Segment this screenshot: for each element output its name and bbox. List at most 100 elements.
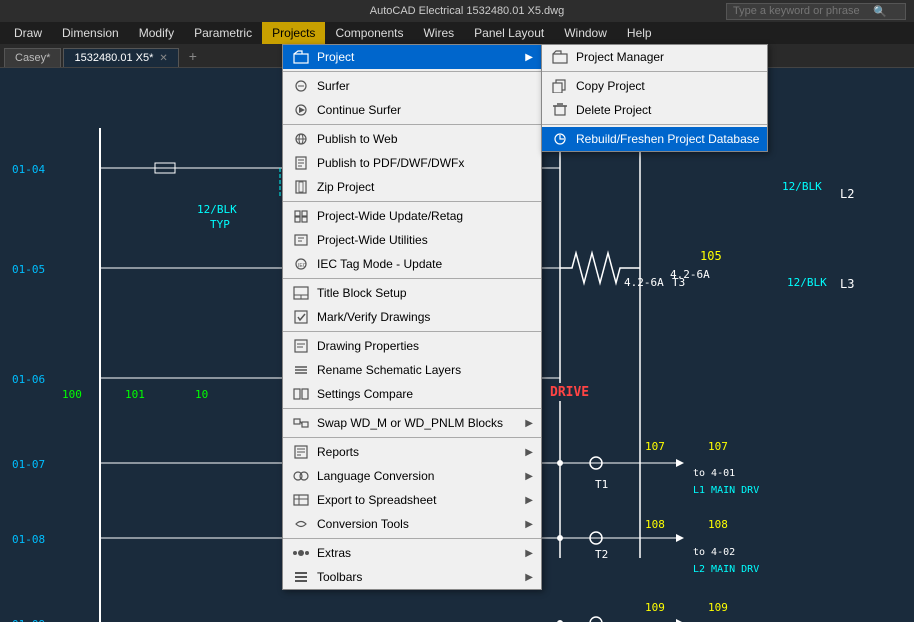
menu-item-project-manager[interactable]: Project Manager: [542, 45, 767, 69]
menu-components[interactable]: Components: [325, 22, 413, 44]
project-arrow: ▶: [525, 52, 533, 63]
menu-item-settings-compare[interactable]: Settings Compare: [283, 382, 541, 406]
tab-casey[interactable]: Casey*: [4, 48, 61, 67]
svg-text:12/BLK: 12/BLK: [787, 276, 827, 289]
project-icon: [291, 49, 311, 65]
svg-text:107: 107: [708, 440, 728, 453]
tab-drawing-label: 1532480.01 X5*: [74, 52, 153, 64]
menu-item-surfer[interactable]: Surfer: [283, 74, 541, 98]
menu-item-delete-project[interactable]: Delete Project: [542, 98, 767, 122]
menu-window[interactable]: Window: [554, 22, 617, 44]
menu-item-copy-project[interactable]: Copy Project: [542, 74, 767, 98]
menu-parametric[interactable]: Parametric: [184, 22, 262, 44]
menu-item-publish-pdf[interactable]: Publish to PDF/DWF/DWFx: [283, 151, 541, 175]
menu-panel-layout[interactable]: Panel Layout: [464, 22, 554, 44]
menu-item-conversion-tools[interactable]: Conversion Tools ▶: [283, 512, 541, 536]
lang-conversion-icon: [291, 468, 311, 484]
svg-text:01-05: 01-05: [12, 263, 45, 276]
menu-item-utilities[interactable]: Project-Wide Utilities: [283, 228, 541, 252]
menu-item-reports[interactable]: Reports ▶: [283, 440, 541, 464]
menu-projects[interactable]: Projects: [262, 22, 325, 44]
menu-item-publish-web[interactable]: Publish to Web: [283, 127, 541, 151]
reports-icon: [291, 444, 311, 460]
rebuild-project-label: Rebuild/Freshen Project Database: [576, 132, 759, 146]
svg-text:IEC: IEC: [298, 263, 307, 269]
zip-label: Zip Project: [317, 180, 374, 194]
divider-4: [283, 278, 541, 279]
menu-item-project[interactable]: Project ▶: [283, 45, 541, 69]
tab-close-icon[interactable]: ✕: [159, 53, 167, 64]
svg-text:to 4-02: to 4-02: [693, 547, 735, 558]
publish-web-icon: [291, 131, 311, 147]
conversion-tools-arrow: ▶: [525, 519, 533, 530]
menu-item-export-spreadsheet[interactable]: Export to Spreadsheet ▶: [283, 488, 541, 512]
menu-item-rebuild-project[interactable]: Rebuild/Freshen Project Database: [542, 127, 767, 151]
svg-text:T1: T1: [595, 478, 608, 491]
reports-label: Reports: [317, 445, 359, 459]
continue-surfer-icon: [291, 102, 311, 118]
search-box[interactable]: 🔍: [726, 3, 906, 20]
menu-item-lang-conversion[interactable]: Language Conversion ▶: [283, 464, 541, 488]
title-block-icon: [291, 285, 311, 301]
menu-item-rename-layers[interactable]: Rename Schematic Layers: [283, 358, 541, 382]
submenu-divider-2: [542, 124, 767, 125]
utilities-label: Project-Wide Utilities: [317, 233, 428, 247]
publish-pdf-label: Publish to PDF/DWF/DWFx: [317, 156, 464, 170]
submenu-divider-1: [542, 71, 767, 72]
divider-6: [283, 408, 541, 409]
project-submenu: Project Manager Copy Project Delete Proj…: [541, 44, 768, 152]
menu-item-zip[interactable]: Zip Project: [283, 175, 541, 199]
menu-item-swap-blocks[interactable]: Swap WD_M or WD_PNLM Blocks ▶: [283, 411, 541, 435]
svg-text:105: 105: [700, 249, 722, 263]
svg-text:L3: L3: [840, 277, 854, 291]
lang-conversion-label: Language Conversion: [317, 469, 434, 483]
menu-item-extras[interactable]: Extras ▶: [283, 541, 541, 565]
settings-compare-label: Settings Compare: [317, 387, 413, 401]
divider-8: [283, 538, 541, 539]
project-manager-icon: [550, 49, 570, 65]
surfer-icon: [291, 78, 311, 94]
lang-conversion-arrow: ▶: [525, 471, 533, 482]
menu-item-iec[interactable]: IEC IEC Tag Mode - Update: [283, 252, 541, 276]
menu-item-continue-surfer[interactable]: Continue Surfer: [283, 98, 541, 122]
menu-draw[interactable]: Draw: [4, 22, 52, 44]
menu-dimension[interactable]: Dimension: [52, 22, 129, 44]
extras-icon: [291, 545, 311, 561]
svg-text:L2: L2: [840, 187, 854, 201]
window-title: AutoCAD Electrical 1532480.01 X5.dwg: [208, 5, 726, 17]
swap-blocks-icon: [291, 415, 311, 431]
svg-text:100: 100: [62, 388, 82, 401]
svg-text:108: 108: [708, 518, 728, 531]
svg-text:101: 101: [125, 388, 145, 401]
svg-text:01-04: 01-04: [12, 163, 45, 176]
title-block-label: Title Block Setup: [317, 286, 407, 300]
divider-1: [283, 71, 541, 72]
swap-blocks-arrow: ▶: [525, 418, 533, 429]
svg-text:to 4-01: to 4-01: [693, 468, 735, 479]
publish-web-label: Publish to Web: [317, 132, 398, 146]
search-icon: 🔍: [873, 5, 887, 18]
svg-text:4.2-6A: 4.2-6A: [624, 276, 664, 289]
swap-blocks-label: Swap WD_M or WD_PNLM Blocks: [317, 416, 503, 430]
menu-item-mark-verify[interactable]: Mark/Verify Drawings: [283, 305, 541, 329]
delete-project-label: Delete Project: [576, 103, 651, 117]
menu-bar: Draw Dimension Modify Parametric Project…: [0, 22, 914, 44]
menu-wires[interactable]: Wires: [413, 22, 464, 44]
copy-project-icon: [550, 78, 570, 94]
menu-item-title-block[interactable]: Title Block Setup: [283, 281, 541, 305]
svg-text:01-08: 01-08: [12, 533, 45, 546]
svg-text:DRIVE: DRIVE: [550, 385, 589, 400]
svg-text:12/BLK: 12/BLK: [197, 203, 237, 216]
menu-item-drawing-props[interactable]: Drawing Properties: [283, 334, 541, 358]
surfer-label: Surfer: [317, 79, 350, 93]
toolbars-icon: [291, 569, 311, 585]
rebuild-project-icon: [550, 131, 570, 147]
menu-item-toolbars[interactable]: Toolbars ▶: [283, 565, 541, 589]
menu-help[interactable]: Help: [617, 22, 662, 44]
svg-text:10: 10: [195, 388, 208, 401]
menu-item-update-retag[interactable]: Project-Wide Update/Retag: [283, 204, 541, 228]
tab-add-button[interactable]: +: [181, 45, 205, 67]
menu-modify[interactable]: Modify: [129, 22, 184, 44]
search-input[interactable]: [733, 5, 873, 17]
tab-drawing[interactable]: 1532480.01 X5* ✕: [63, 48, 178, 67]
